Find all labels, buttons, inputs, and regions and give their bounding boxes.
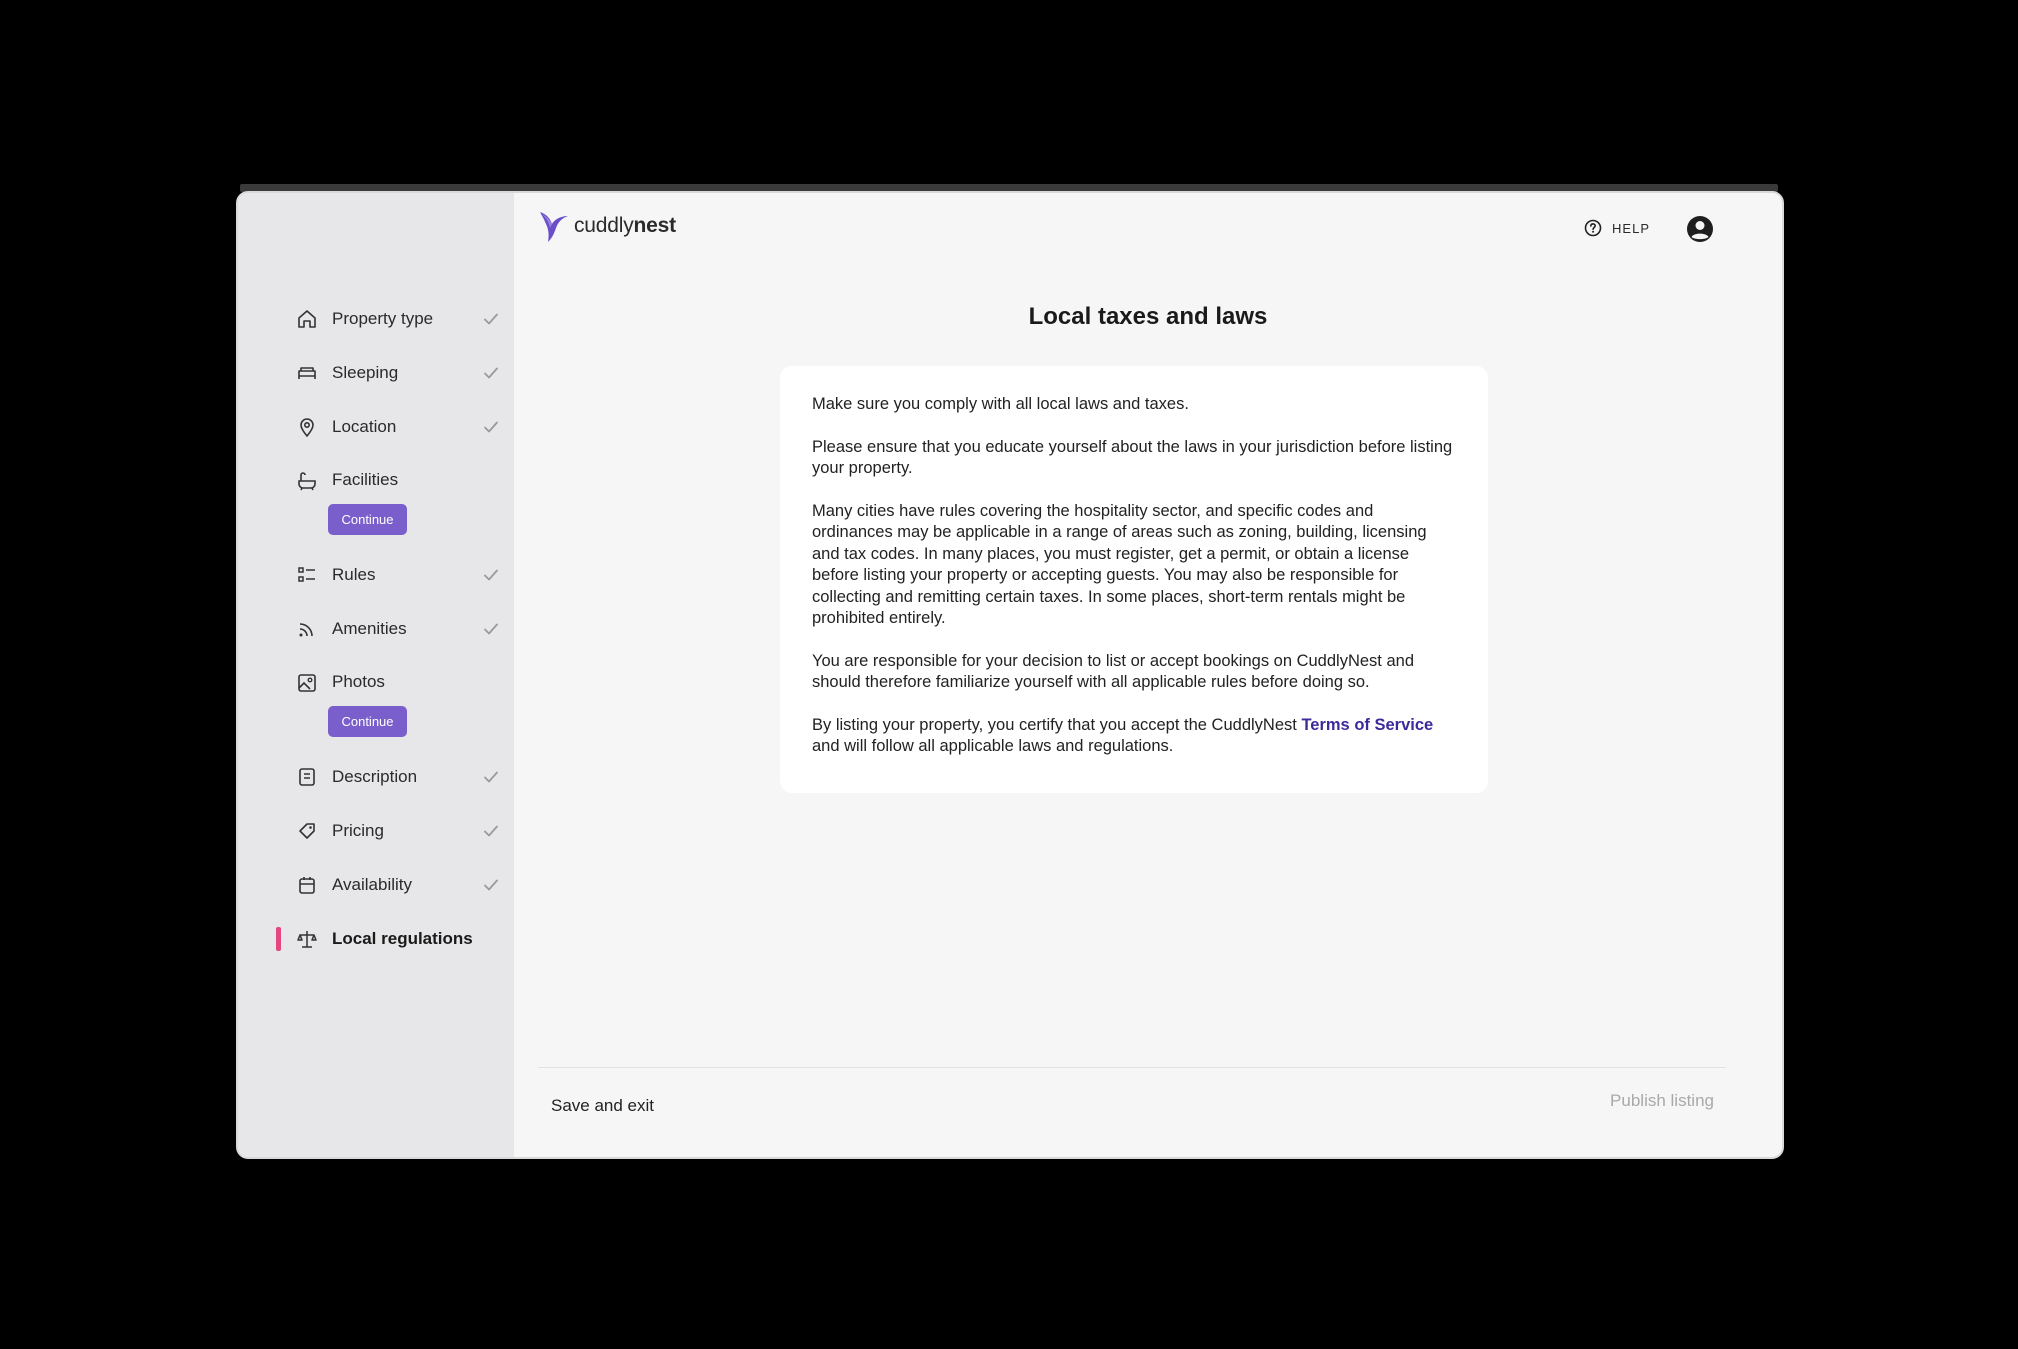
- sidebar-item-label: Amenities: [332, 619, 407, 638]
- sidebar-item-label: Availability: [332, 875, 413, 894]
- paragraph-3: Many cities have rules covering the hosp…: [812, 501, 1427, 628]
- paragraph-1: Make sure you comply with all local laws…: [812, 395, 1189, 413]
- sidebar-item-amenities[interactable]: Amenities: [238, 602, 514, 656]
- main-content: cuddlynest HELP Local taxes and laws Mak…: [514, 193, 1782, 1157]
- sidebar-nav: Property type Sleeping Location Facilities C…: [238, 292, 514, 966]
- paragraph-5-text: By listing your property, you certify th…: [812, 715, 1302, 734]
- wifi-icon: [296, 618, 318, 640]
- sidebar-item-description[interactable]: Description: [238, 750, 514, 804]
- question-circle-icon: [1584, 219, 1602, 237]
- sidebar-item-label: Facilities: [332, 470, 399, 489]
- list-icon: [296, 564, 318, 586]
- scale-icon: [296, 928, 318, 950]
- checkmark-icon: [484, 313, 498, 325]
- save-and-exit-button[interactable]: Save and exit: [551, 1096, 654, 1116]
- cuddlynest-logo[interactable]: cuddlynest: [538, 208, 676, 244]
- hummingbird-logo-icon: [540, 212, 568, 242]
- checkmark-icon: [484, 367, 498, 379]
- checkmark-icon: [484, 623, 498, 635]
- sidebar-item-label: Photos: [332, 672, 385, 691]
- home-icon: [296, 308, 318, 330]
- bed-icon: [296, 362, 318, 384]
- help-label: HELP: [1612, 220, 1650, 236]
- checkmark-icon: [484, 771, 498, 783]
- sidebar-item-label: Local regulations: [332, 929, 473, 948]
- sidebar: Property type Sleeping Location Facilities C…: [238, 193, 514, 1157]
- sidebar-item-photos[interactable]: Photos Continue: [238, 656, 514, 750]
- sidebar-item-label: Rules: [332, 565, 376, 584]
- tag-icon: [296, 820, 318, 842]
- sidebar-item-location[interactable]: Location: [238, 400, 514, 454]
- checkmark-icon: [484, 421, 498, 433]
- sidebar-item-label: Property type: [332, 309, 434, 328]
- sidebar-item-facilities[interactable]: Facilities Continue: [238, 454, 514, 548]
- continue-button-facilities[interactable]: Continue: [328, 504, 407, 535]
- continue-button-photos[interactable]: Continue: [328, 706, 407, 737]
- paragraph-5-text-end: and will follow all applicable laws and …: [812, 737, 1174, 755]
- map-pin-icon: [296, 416, 318, 438]
- checkmark-icon: [484, 825, 498, 837]
- sidebar-item-property-type[interactable]: Property type: [238, 292, 514, 346]
- bathtub-icon: [296, 470, 318, 492]
- sidebar-item-local-regulations[interactable]: Local regulations: [238, 912, 514, 966]
- sidebar-item-label: Pricing: [332, 821, 384, 840]
- sidebar-item-pricing[interactable]: Pricing: [238, 804, 514, 858]
- sidebar-item-label: Location: [332, 417, 397, 436]
- calendar-icon: [296, 874, 318, 896]
- photo-icon: [296, 672, 318, 694]
- help-button[interactable]: HELP: [1584, 219, 1650, 237]
- sidebar-item-availability[interactable]: Availability: [238, 858, 514, 912]
- paragraph-5: By listing your property, you certify th…: [812, 715, 1456, 758]
- sidebar-item-label: Description: [332, 767, 418, 786]
- user-avatar-icon[interactable]: [1686, 215, 1714, 243]
- sidebar-item-label: Sleeping: [332, 363, 399, 382]
- sidebar-item-rules[interactable]: Rules: [238, 548, 514, 602]
- logo-wordmark: cuddlynest: [574, 214, 676, 237]
- page-title: Local taxes and laws: [1028, 303, 1268, 330]
- sidebar-item-sleeping[interactable]: Sleeping: [238, 346, 514, 400]
- checkmark-icon: [484, 569, 498, 581]
- app-window: Property type Sleeping Location Facilities C…: [236, 191, 1784, 1159]
- checkmark-icon: [484, 879, 498, 891]
- regulations-card: Make sure you comply with all local laws…: [780, 366, 1488, 793]
- paragraph-4: You are responsible for your decision to…: [812, 651, 1414, 692]
- document-icon: [296, 766, 318, 788]
- paragraph-2: Please ensure that you educate yourself …: [812, 437, 1453, 478]
- footer-divider: [538, 1067, 1726, 1068]
- publish-listing-button[interactable]: Publish listing: [1610, 1091, 1714, 1111]
- terms-of-service-link[interactable]: Terms of Service: [1301, 716, 1433, 734]
